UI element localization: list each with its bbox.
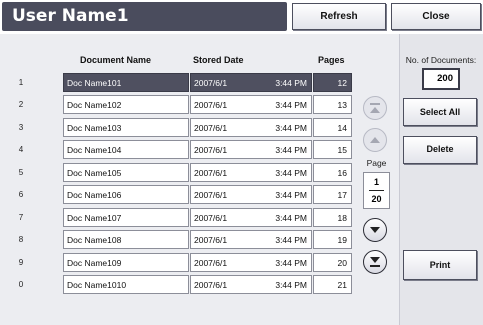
current-page: 1 xyxy=(373,177,379,187)
row-index: 0 xyxy=(18,280,24,290)
pages-cell[interactable]: 12 xyxy=(313,73,352,92)
stored-date: 2007/6/1 xyxy=(194,122,228,133)
row-index: 8 xyxy=(18,235,24,245)
stored-date-cell[interactable]: 2007/6/1 3:44 PM xyxy=(190,252,312,272)
stored-time: 3:44 PM xyxy=(275,100,307,111)
stored-date: 2007/6/1 xyxy=(194,100,228,111)
stored-date: 2007/6/1 xyxy=(194,212,228,223)
refresh-button[interactable]: Refresh xyxy=(292,3,386,30)
stored-date: 2007/6/1 xyxy=(194,190,228,201)
page-label: Page xyxy=(366,158,387,168)
stored-date: 2007/6/1 xyxy=(194,167,228,178)
stored-time: 3:44 PM xyxy=(275,280,307,291)
table-row[interactable]: 8 Doc Name108 2007/6/1 3:44 PM 19 xyxy=(0,230,352,250)
stored-time: 3:44 PM xyxy=(275,235,307,246)
stored-date: 2007/6/1 xyxy=(194,235,228,246)
select-all-button[interactable]: Select All xyxy=(403,98,477,126)
document-name-cell[interactable]: Doc Name105 xyxy=(63,162,189,182)
pages-cell[interactable]: 21 xyxy=(313,275,352,295)
table-row[interactable]: 2 Doc Name102 2007/6/1 3:44 PM 13 xyxy=(0,95,352,115)
document-count-value: 200 xyxy=(422,68,460,90)
row-index: 4 xyxy=(18,145,24,155)
stored-time: 3:44 PM xyxy=(275,190,307,201)
column-header-stored-date: Stored Date xyxy=(193,55,244,65)
row-index: 2 xyxy=(18,100,24,110)
row-index: 1 xyxy=(18,78,24,87)
stored-date-cell[interactable]: 2007/6/1 3:44 PM xyxy=(190,207,312,227)
pages-cell[interactable]: 14 xyxy=(313,117,352,137)
stored-date: 2007/6/1 xyxy=(194,280,228,291)
table-row[interactable]: 1 Doc Name101 2007/6/1 3:44 PM 12 xyxy=(0,73,352,93)
stored-date-cell[interactable]: 2007/6/1 3:44 PM xyxy=(190,162,312,182)
stored-date: 2007/6/1 xyxy=(194,145,228,156)
window-title: User Name1 xyxy=(12,6,129,26)
table-row[interactable]: 4 Doc Name104 2007/6/1 3:44 PM 15 xyxy=(0,140,352,160)
document-name-cell[interactable]: Doc Name104 xyxy=(63,140,189,160)
close-button[interactable]: Close xyxy=(391,3,481,30)
document-name-cell[interactable]: Doc Name107 xyxy=(63,207,189,227)
pages-cell[interactable]: 19 xyxy=(313,230,352,250)
document-name-cell[interactable]: Doc Name1010 xyxy=(63,275,189,295)
row-index: 7 xyxy=(18,212,24,222)
scroll-down-icon xyxy=(370,227,380,233)
column-header-document-name: Document Name xyxy=(80,55,152,65)
document-name-cell[interactable]: Doc Name102 xyxy=(63,95,189,115)
column-header-pages: Pages xyxy=(318,55,345,65)
pages-cell[interactable]: 18 xyxy=(313,207,352,227)
stored-time: 3:44 PM xyxy=(275,167,307,178)
table-row[interactable]: 5 Doc Name105 2007/6/1 3:44 PM 16 xyxy=(0,162,352,183)
row-index: 6 xyxy=(18,190,24,200)
table-row[interactable]: 9 Doc Name109 2007/6/1 3:44 PM 20 xyxy=(0,252,352,273)
pages-cell[interactable]: 20 xyxy=(313,252,352,272)
table-row[interactable]: 7 Doc Name107 2007/6/1 3:44 PM 18 xyxy=(0,207,352,228)
pages-cell[interactable]: 15 xyxy=(313,140,352,160)
stored-time: 3:44 PM xyxy=(275,257,307,268)
scroll-last-button[interactable] xyxy=(363,250,387,274)
scroll-first-button[interactable] xyxy=(363,96,387,120)
scroll-first-icon xyxy=(370,103,380,113)
stored-date: 2007/6/1 xyxy=(194,78,228,88)
pages-cell[interactable]: 13 xyxy=(313,95,352,115)
document-name-cell[interactable]: Doc Name108 xyxy=(63,230,189,250)
pages-cell[interactable]: 16 xyxy=(313,162,352,182)
row-index: 9 xyxy=(18,257,24,267)
scroll-up-icon xyxy=(370,137,380,143)
stored-date-cell[interactable]: 2007/6/1 3:44 PM xyxy=(190,185,312,205)
document-name-cell[interactable]: Doc Name106 xyxy=(63,185,189,205)
stored-time: 3:44 PM xyxy=(275,145,307,156)
stored-date-cell[interactable]: 2007/6/1 3:44 PM xyxy=(190,230,312,250)
stored-date-cell[interactable]: 2007/6/1 3:44 PM xyxy=(190,73,312,92)
print-button[interactable]: Print xyxy=(403,250,477,280)
page-indicator: 1 20 xyxy=(363,172,390,209)
scroll-last-icon xyxy=(370,257,380,267)
document-name-cell[interactable]: Doc Name109 xyxy=(63,252,189,272)
table-row[interactable]: 3 Doc Name103 2007/6/1 3:44 PM 14 xyxy=(0,117,352,138)
row-index: 3 xyxy=(18,122,24,132)
document-count-label: No. of Documents: xyxy=(405,55,477,65)
scroll-up-button[interactable] xyxy=(363,128,387,152)
delete-button[interactable]: Delete xyxy=(403,136,477,164)
scroll-down-button[interactable] xyxy=(363,218,387,242)
stored-time: 3:44 PM xyxy=(275,122,307,133)
table-row[interactable]: 0 Doc Name1010 2007/6/1 3:44 PM 21 xyxy=(0,275,352,295)
table-row[interactable]: 6 Doc Name106 2007/6/1 3:44 PM 17 xyxy=(0,185,352,205)
stored-time: 3:44 PM xyxy=(275,78,307,88)
stored-date-cell[interactable]: 2007/6/1 3:44 PM xyxy=(190,275,312,295)
stored-date-cell[interactable]: 2007/6/1 3:44 PM xyxy=(190,95,312,115)
title-bar: User Name1 Refresh Close xyxy=(0,0,483,34)
document-name-cell[interactable]: Doc Name103 xyxy=(63,117,189,137)
title-box: User Name1 xyxy=(2,2,287,31)
stored-time: 3:44 PM xyxy=(275,212,307,223)
stored-date-cell[interactable]: 2007/6/1 3:44 PM xyxy=(190,117,312,137)
stored-date: 2007/6/1 xyxy=(194,257,228,268)
pages-cell[interactable]: 17 xyxy=(313,185,352,205)
stored-date-cell[interactable]: 2007/6/1 3:44 PM xyxy=(190,140,312,160)
document-name-cell[interactable]: Doc Name101 xyxy=(63,73,189,92)
row-index: 5 xyxy=(18,167,24,177)
page-divider xyxy=(369,190,384,191)
total-pages: 20 xyxy=(371,194,382,204)
